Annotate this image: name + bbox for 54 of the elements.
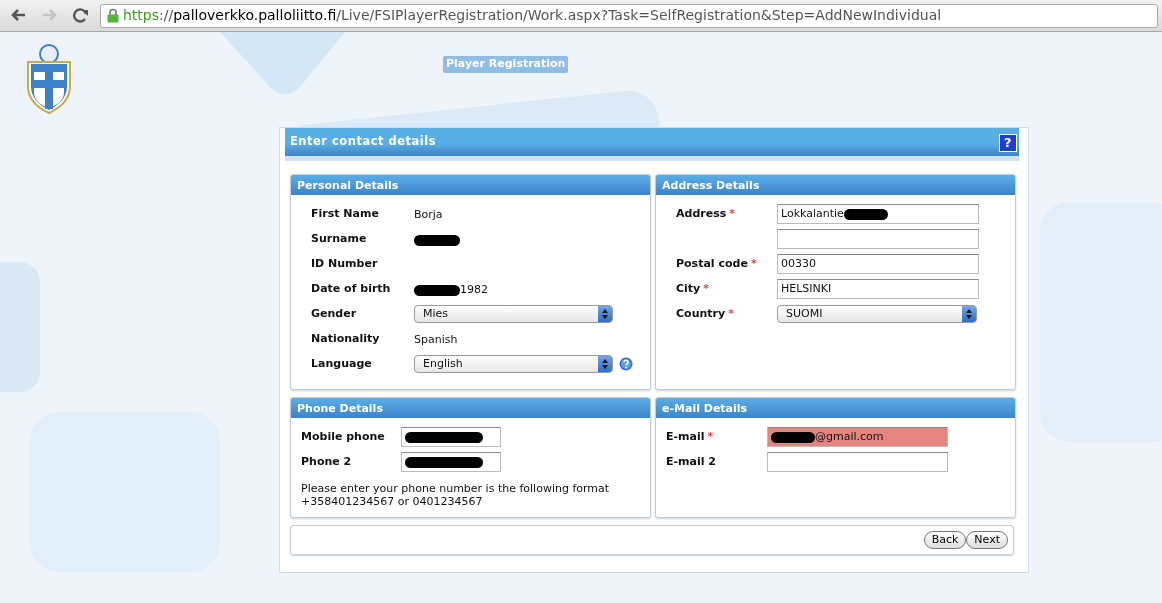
field-label: Postal code	[676, 256, 748, 270]
field-label: Address	[676, 206, 727, 220]
help-icon[interactable]	[619, 356, 633, 371]
section-title: Address Details	[656, 175, 1015, 195]
field-label: City	[676, 281, 701, 295]
field-label: Country	[676, 306, 726, 320]
required-mark: *	[729, 206, 735, 220]
updown-icon	[602, 359, 608, 369]
field-label: Language	[311, 356, 372, 370]
input-field[interactable]: Lokkalantie	[777, 204, 979, 224]
form-title: Enter contact details	[290, 133, 436, 150]
input-field[interactable]	[777, 229, 979, 249]
field-label: Gender	[311, 306, 357, 320]
field-value: 1982	[460, 281, 488, 298]
address-bar[interactable]: https://palloverkko.palloliitto.fi/Live/FSIPlayerRegistration/Work.aspx?Task=SelfRegistration&Step=AddNewIndividual	[100, 3, 1158, 28]
required-mark: *	[707, 429, 714, 443]
input-field[interactable]	[767, 452, 948, 472]
required-mark: *	[750, 256, 757, 270]
forward-icon	[40, 8, 58, 23]
reload-icon	[72, 8, 90, 23]
form-button[interactable]: Next	[966, 531, 1008, 549]
input-field[interactable]: 00330	[777, 254, 979, 274]
help-button[interactable]: ?	[999, 134, 1017, 152]
field-label: First Name	[311, 206, 379, 220]
section-title: Personal Details	[291, 175, 650, 195]
section-title: e-Mail Details	[656, 398, 1015, 418]
lock-icon	[107, 8, 119, 23]
help-text: Please enter your phone number is the following format +358401234567 or 0401234567	[300, 481, 611, 509]
field-value: Borja	[414, 206, 443, 223]
page-title: Player Registration	[443, 56, 569, 73]
section-title: Phone Details	[291, 398, 650, 418]
input-field[interactable]: HELSINKI	[777, 279, 979, 299]
input-field[interactable]	[401, 452, 501, 472]
form-button[interactable]: Back	[923, 531, 967, 549]
field-label: Phone 2	[301, 454, 352, 468]
required-mark: *	[703, 281, 710, 295]
updown-icon	[602, 309, 608, 319]
select-field[interactable]: English	[414, 355, 613, 373]
select-field[interactable]: SUOMI	[777, 305, 977, 323]
field-label: E-mail 2	[666, 454, 716, 468]
input-field[interactable]: @gmail.com	[767, 427, 948, 447]
input-field[interactable]	[401, 427, 501, 447]
field-value: Spanish	[414, 331, 458, 348]
field-label: Surname	[311, 231, 367, 245]
url-text: https://palloverkko.palloliitto.fi/Live/FSIPlayerRegistration/Work.aspx?Task=SelfRegistration&Step=AddNewIndividual	[123, 6, 942, 25]
field-label: E-mail	[666, 429, 705, 443]
field-label: ID Number	[311, 256, 378, 270]
field-label: Nationality	[311, 331, 380, 345]
select-field[interactable]: Mies	[414, 305, 613, 323]
field-label: Mobile phone	[301, 429, 385, 443]
field-label: Date of birth	[311, 281, 391, 295]
crest-logo	[25, 42, 73, 114]
updown-icon	[966, 309, 972, 319]
required-mark: *	[728, 306, 734, 320]
